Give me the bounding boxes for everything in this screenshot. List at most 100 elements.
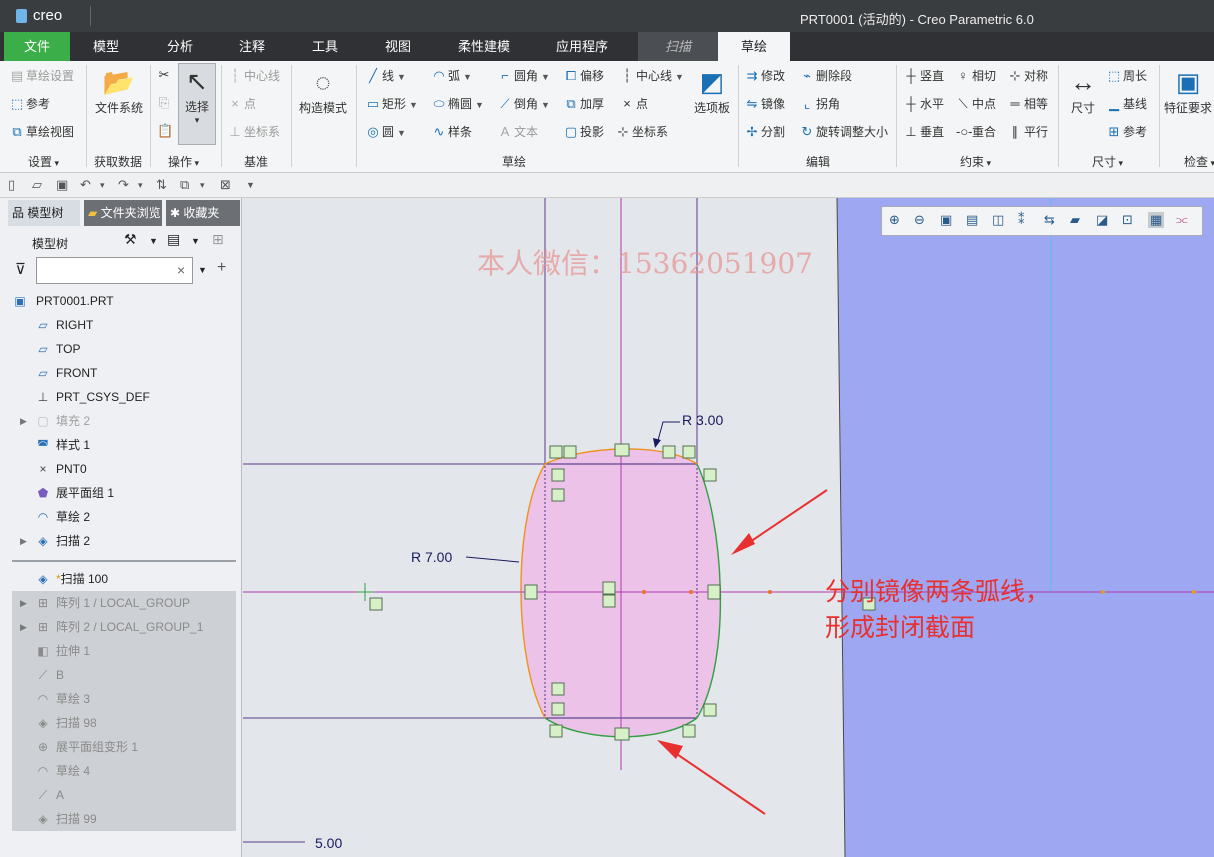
coincident-constraint-button[interactable]: -○-重合 (956, 123, 996, 140)
refit-icon[interactable]: ▣ (940, 212, 952, 228)
arc-button[interactable]: ◠ 弧 ▼ (432, 67, 472, 84)
tree-item-front[interactable]: ▱ FRONT (0, 361, 241, 385)
constraint-marker[interactable] (682, 445, 696, 459)
tree-item-sweep[interactable]: ▶ ◈ 扫描 2 (0, 529, 241, 553)
dimension-radius-large[interactable]: R 7.00 (411, 549, 452, 565)
clear-search-icon[interactable]: × (177, 262, 185, 278)
constraint-marker[interactable] (614, 443, 630, 457)
perimeter-button[interactable]: ⬚ 周长 (1107, 67, 1147, 84)
display-style-icon[interactable]: ▰ (1070, 212, 1080, 228)
parallel-constraint-button[interactable]: ∥ 平行 (1008, 123, 1048, 140)
tree-item-current-sweep[interactable]: ◈ *扫描 100 (0, 567, 241, 591)
tree-item-suppressed[interactable]: ◠ 草绘 4 (12, 759, 236, 783)
text-button[interactable]: A 文本 (498, 123, 538, 140)
tab-sweep[interactable]: 扫描 (638, 32, 718, 61)
spline-button[interactable]: ∿ 样条 (432, 123, 472, 140)
tab-flexible-modeling[interactable]: 柔性建模 (448, 32, 520, 61)
expand-icon[interactable]: ▶ (20, 409, 27, 433)
constraint-marker[interactable] (662, 445, 676, 459)
centerline-button[interactable]: ┆ 中心线 ▼ (620, 67, 684, 84)
sketch-point[interactable] (1101, 590, 1105, 594)
datum-centerline-button[interactable]: ┆ 中心线 (228, 67, 280, 84)
sketch-view-icon[interactable]: ⊡ (1122, 212, 1133, 228)
tree-item-suppressed[interactable]: ◈ 扫描 98 (12, 711, 236, 735)
customize-toolbar-icon[interactable]: ▼ (246, 180, 255, 190)
search-dropdown-icon[interactable]: ▼ (198, 265, 207, 275)
dimension-radius-small[interactable]: R 3.00 (682, 412, 723, 428)
tree-item-suppressed[interactable]: ◠ 草绘 3 (12, 687, 236, 711)
horizontal-constraint-button[interactable]: ┼ 水平 (904, 95, 944, 112)
settings-dropdown-icon[interactable]: ▼ (149, 236, 158, 246)
reference-dimension-button[interactable]: ⊞ 参考 (1107, 123, 1147, 140)
tab-view[interactable]: 视图 (368, 32, 428, 61)
constraint-display-icon[interactable]: ⫗ (1176, 212, 1188, 228)
sketch-canvas[interactable] (243, 198, 1214, 857)
insert-here-marker[interactable] (12, 560, 236, 562)
paste-button[interactable]: 📋 (157, 123, 173, 139)
project-button[interactable]: ▢ 投影 (564, 123, 604, 140)
perpendicular-constraint-button[interactable]: ⊥ 垂直 (904, 123, 944, 140)
tab-model-tree[interactable]: 品 模型树 (8, 200, 80, 226)
tree-item-right[interactable]: ▱ RIGHT (0, 313, 241, 337)
sketch-view-button[interactable]: ⧉ 草绘视图 (10, 123, 74, 140)
expand-icon[interactable]: ▶ (20, 615, 27, 639)
tangent-constraint-button[interactable]: ♀ 相切 (956, 67, 996, 84)
tree-item-point[interactable]: × PNT0 (0, 457, 241, 481)
undo-dropdown-icon[interactable]: ▾ (100, 180, 105, 191)
tab-analysis[interactable]: 分析 (150, 32, 210, 61)
symmetric-constraint-button[interactable]: ⊹ 对称 (1008, 67, 1048, 84)
constraint-marker[interactable] (549, 445, 563, 459)
constraint-marker[interactable] (549, 724, 563, 738)
tree-item-csys[interactable]: ⊥ PRT_CSYS_DEF (0, 385, 241, 409)
tree-item-top[interactable]: ▱ TOP (0, 337, 241, 361)
save-icon[interactable]: ▣ (56, 177, 68, 193)
sketcher-display-icon[interactable]: ▦ (1148, 212, 1165, 228)
group-label-inspect[interactable]: 检查 ▾ (1184, 153, 1214, 170)
expand-icon[interactable]: ▶ (20, 529, 27, 553)
regenerate-icon[interactable]: ⇅ (156, 177, 167, 193)
tree-item-fill[interactable]: ▶ ▢ 填充 2 (0, 409, 241, 433)
tab-model[interactable]: 模型 (76, 32, 136, 61)
modify-button[interactable]: ⇉ 修改 (745, 67, 785, 84)
constraint-marker[interactable] (682, 724, 696, 738)
add-filter-icon[interactable]: + (217, 259, 226, 277)
constraint-marker[interactable] (614, 727, 630, 741)
tab-annotate[interactable]: 注释 (222, 32, 282, 61)
sketch-point[interactable] (1192, 590, 1196, 594)
graphics-window[interactable]: R 3.00 R 7.00 5.00 本人微信：15362051907 分别镜像… (243, 198, 1214, 857)
constraint-marker[interactable] (707, 584, 721, 600)
tree-item-flatten-quilt[interactable]: ⬟ 展平面组 1 (0, 481, 241, 505)
close-window-icon[interactable]: ⊠ (220, 177, 231, 193)
constraint-marker[interactable] (551, 682, 565, 696)
annotation-display-icon[interactable]: ⇆ (1044, 212, 1055, 228)
sketch-point[interactable] (689, 590, 693, 594)
point-button[interactable]: × 点 (620, 95, 648, 112)
baseline-button[interactable]: ▁ 基线 (1107, 95, 1147, 112)
constraint-marker[interactable] (524, 584, 538, 600)
rectangle-button[interactable]: ▭ 矩形 ▼ (366, 95, 418, 112)
open-file-icon[interactable]: ▱ (32, 177, 42, 193)
midpoint-constraint-button[interactable]: ⟍ 中点 (956, 95, 996, 112)
expand-icon[interactable]: ▶ (20, 591, 27, 615)
tab-sketch[interactable]: 草绘 (718, 32, 790, 61)
show-icon[interactable]: ▤ (167, 231, 180, 248)
fillet-button[interactable]: ⌐ 圆角 ▼ (498, 67, 550, 84)
constraint-marker[interactable] (703, 468, 717, 482)
chamfer-button[interactable]: ⟋ 倒角 ▼ (498, 95, 550, 112)
rotate-resize-button[interactable]: ↻ 旋转调整大小 (800, 123, 888, 140)
tree-filters-icon[interactable]: ⊞ (212, 231, 224, 248)
tree-item-sketch[interactable]: ◠ 草绘 2 (0, 505, 241, 529)
redo-dropdown-icon[interactable]: ▾ (138, 180, 143, 191)
construction-mode-button[interactable]: ◌ 构造模式 (295, 65, 351, 116)
delete-segment-button[interactable]: ⌁ 删除段 (800, 67, 852, 84)
tab-applications[interactable]: 应用程序 (546, 32, 618, 61)
dimension-button[interactable]: ↔ 尺寸 (1064, 65, 1102, 116)
tree-search-input[interactable] (36, 257, 193, 284)
constraint-marker[interactable] (369, 597, 383, 611)
constraint-marker[interactable] (551, 488, 565, 502)
windows-dropdown-icon[interactable]: ▾ (200, 180, 205, 191)
group-label-setup[interactable]: 设置 ▾ (28, 153, 59, 170)
ellipse-button[interactable]: ⬭ 椭圆 ▼ (432, 95, 484, 112)
zoom-out-icon[interactable]: ⊖ (914, 212, 925, 228)
datum-point-button[interactable]: × 点 (228, 95, 256, 112)
